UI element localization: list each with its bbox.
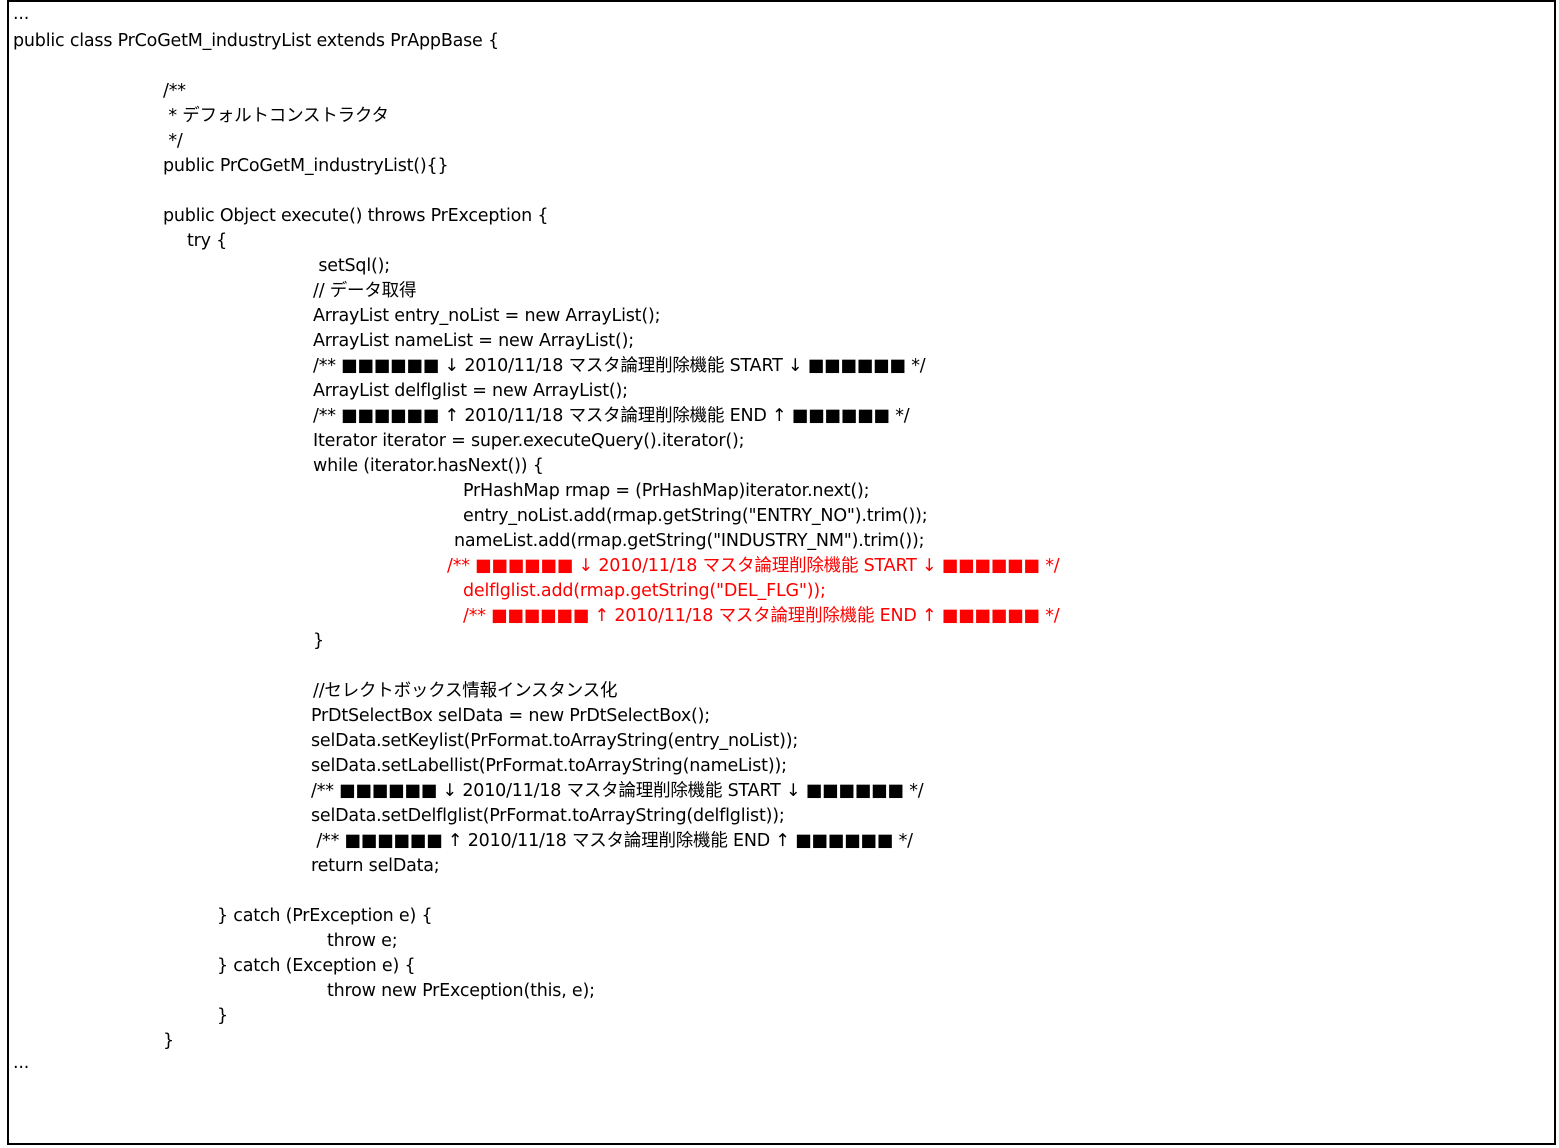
- code-line-catch-prexception: } catch (PrException e) {: [217, 906, 433, 926]
- code-line-entry-nolist: ArrayList entry_noList = new ArrayList()…: [313, 306, 661, 326]
- code-line-marker-start-2: /** ■■■■■■ ↓ 2010/11/18 マスタ論理削除機能 START …: [447, 556, 1060, 576]
- code-line-catch-close: }: [217, 1006, 228, 1026]
- code-line-throw-new: throw new PrException(this, e);: [327, 981, 595, 1001]
- code-line-return: return selData;: [311, 856, 440, 876]
- code-line-setsql: setSql();: [313, 256, 390, 276]
- code-line-entry-add: entry_noList.add(rmap.getString("ENTRY_N…: [463, 506, 928, 526]
- code-line-catch-exception: } catch (Exception e) {: [217, 956, 416, 976]
- code-line-delflglist: ArrayList delflglist = new ArrayList();: [313, 381, 628, 401]
- code-line-marker-end-3: /** ■■■■■■ ↑ 2010/11/18 マスタ論理削除機能 END ↑ …: [311, 831, 913, 851]
- code-line-iterator: Iterator iterator = super.executeQuery()…: [313, 431, 745, 451]
- code-line-constructor: public PrCoGetM_industryList(){}: [163, 156, 449, 176]
- code-line-setlabellist: selData.setLabellist(PrFormat.toArrayStr…: [311, 756, 787, 776]
- code-line-while-close: }: [313, 631, 324, 651]
- code-line-javadoc-close: */: [163, 131, 183, 151]
- code-line-try: try {: [187, 231, 228, 251]
- code-line-execute-method: public Object execute() throws PrExcepti…: [163, 206, 549, 226]
- code-line-delflg-add: delflglist.add(rmap.getString("DEL_FLG")…: [463, 581, 826, 601]
- code-line-comment-selectbox: //セレクトボックス情報インスタンス化: [313, 681, 618, 701]
- code-line-ellipsis-bottom: ...: [13, 1053, 30, 1073]
- code-line-marker-start-1: /** ■■■■■■ ↓ 2010/11/18 マスタ論理削除機能 START …: [313, 356, 926, 376]
- code-line-javadoc-open: /**: [163, 81, 186, 101]
- code-line-setdelflglist: selData.setDelflglist(PrFormat.toArraySt…: [311, 806, 785, 826]
- code-line-seldata: PrDtSelectBox selData = new PrDtSelectBo…: [311, 706, 710, 726]
- code-line-rmap: PrHashMap rmap = (PrHashMap)iterator.nex…: [463, 481, 870, 501]
- code-line-name-add: nameList.add(rmap.getString("INDUSTRY_NM…: [454, 531, 925, 551]
- code-line-javadoc-text: * デフォルトコンストラクタ: [163, 106, 389, 126]
- code-line-namelist: ArrayList nameList = new ArrayList();: [313, 331, 634, 351]
- code-line-comment-data: // データ取得: [313, 281, 417, 301]
- code-line-marker-end-1: /** ■■■■■■ ↑ 2010/11/18 マスタ論理削除機能 END ↑ …: [313, 406, 910, 426]
- code-line-ellipsis-top: ...: [13, 4, 30, 24]
- code-line-while: while (iterator.hasNext()) {: [313, 456, 544, 476]
- code-line-setkeylist: selData.setKeylist(PrFormat.toArrayStrin…: [311, 731, 799, 751]
- code-line-throw-e: throw e;: [327, 931, 398, 951]
- code-line-class-declaration: public class PrCoGetM_industryList exten…: [13, 31, 499, 51]
- code-line-marker-start-3: /** ■■■■■■ ↓ 2010/11/18 マスタ論理削除機能 START …: [311, 781, 924, 801]
- code-line-marker-end-2: /** ■■■■■■ ↑ 2010/11/18 マスタ論理削除機能 END ↑ …: [463, 606, 1060, 626]
- code-line-method-close: }: [163, 1031, 174, 1051]
